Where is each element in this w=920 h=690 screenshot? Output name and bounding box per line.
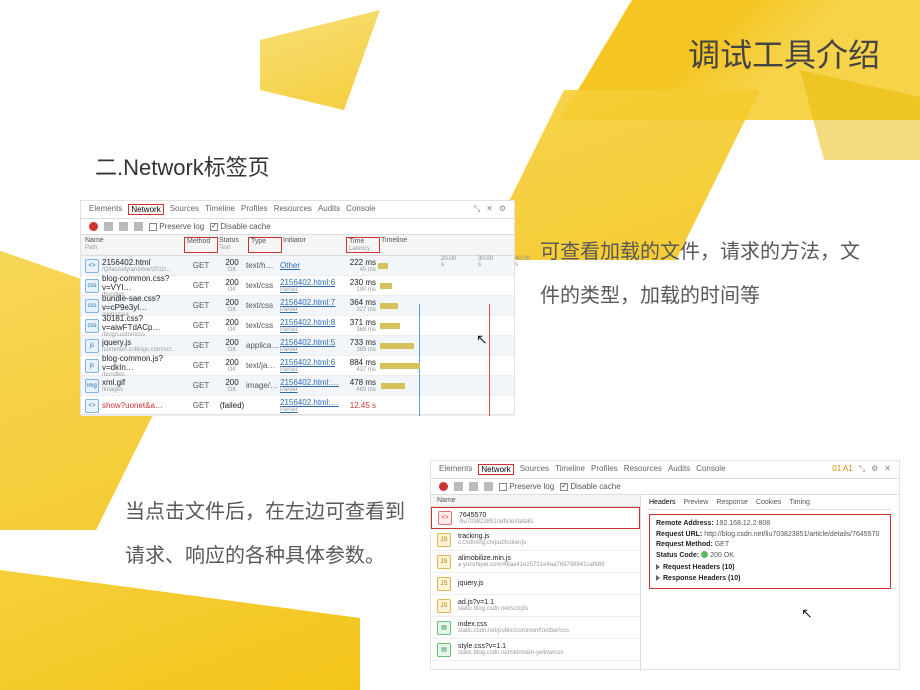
disable-cache-checkbox (210, 223, 218, 231)
headers-box: Remote Address: 192.168.12.2:808 Request… (649, 514, 891, 589)
devtools-tab-resources: Resources (624, 464, 662, 475)
devtools-network-screenshot: Elements Network Sources Timeline Profiles Re… (80, 200, 515, 415)
file-row: JStracking.jsc.csdnimg.cn/pubfooter/js (431, 529, 640, 551)
view-icon (484, 482, 493, 491)
view-icon (134, 222, 143, 231)
cursor-icon: ↖ (476, 331, 488, 348)
file-list: Name <> 7645570/liu703823851/article/det… (431, 495, 641, 671)
file-type-icon: css (85, 279, 99, 293)
status-ok-icon (701, 551, 708, 558)
expand-triangle-icon (656, 575, 660, 581)
column-method: Method (184, 237, 218, 253)
preserve-log-checkbox (499, 483, 507, 491)
clear-icon (454, 482, 463, 491)
disable-cache-label: Disable cache (570, 482, 620, 491)
column-type: Type (248, 237, 282, 253)
column-time: Time (349, 238, 364, 245)
detail-panel: Headers Preview Response Cookies Timing Remo… (641, 495, 899, 671)
devtools-headers-screenshot: Elements Network Sources Timeline Profiles Re… (430, 460, 900, 670)
devtools-toolbar: Preserve log Disable cache (81, 219, 514, 235)
devtools-tab-console: Console (696, 464, 725, 475)
devtools-tab-profiles: Profiles (591, 464, 618, 475)
file-row: JSalimobilize.min.jsa.yunshipei.com/46aa… (431, 551, 640, 573)
detail-tab-timing: Timing (789, 499, 810, 506)
file-row: ▤style.css?v=1.1static.blog.csdn.net/ski… (431, 639, 640, 661)
detail-tabs: Headers Preview Response Cookies Timing (649, 499, 891, 510)
file-type-icon: css (85, 299, 99, 313)
record-icon (89, 222, 98, 231)
file-row-selected: <> 7645570/liu703823851/article/details (431, 507, 640, 529)
network-row: imgxml.gif/imagesGET200OKimage/…2156402.… (81, 376, 514, 396)
record-icon (439, 482, 448, 491)
devtools-tab-timeline: Timeline (555, 464, 585, 475)
devtools-tab-network: Network (478, 464, 513, 475)
file-type-icon: <> (85, 259, 99, 273)
devtools-tab-resources: Resources (274, 204, 312, 215)
devtools-tab-audits: Audits (668, 464, 690, 475)
file-type-icon: img (85, 379, 99, 393)
devtools-tab-sources: Sources (520, 464, 549, 475)
js-file-icon: JS (437, 533, 451, 547)
devtools-tab-profiles: Profiles (241, 204, 268, 215)
devtools-tab-elements: Elements (439, 464, 472, 475)
description-left: 当点击文件后，在左边可查看到请求、响应的各种具体参数。 (125, 490, 415, 578)
devtools-window-icons: ⤡ ✕ ⚙ (474, 204, 506, 214)
detail-tab-cookies: Cookies (756, 499, 781, 506)
network-rows: 20.00 s30.00 s40.00 s <>2156402.html/Q/l… (81, 256, 514, 416)
expand-icon: ⤡ (859, 464, 865, 474)
detail-tab-preview: Preview (683, 499, 708, 506)
preserve-log-label: Preserve log (509, 482, 554, 491)
devtools-tab-elements: Elements (89, 204, 122, 215)
filter-icon (469, 482, 478, 491)
devtools-window-icons: 01 A1 ⤡ ⚙ ✕ (832, 464, 891, 474)
devtools-tab-timeline: Timeline (205, 204, 235, 215)
expand-triangle-icon (656, 564, 660, 570)
devtools-tab-audits: Audits (318, 204, 340, 215)
file-type-icon: <> (85, 399, 99, 413)
detail-tab-headers: Headers (649, 499, 675, 506)
devtools-tab-sources: Sources (170, 204, 199, 215)
filter-icon (119, 222, 128, 231)
js-file-icon: JS (437, 555, 451, 569)
detail-tab-response: Response (716, 499, 748, 506)
file-row: ▤index.cssstatic.csdn.net/public/common/… (431, 617, 640, 639)
description-right: 可查看加载的文件，请求的方法，文件的类型，加载的时间等 (540, 230, 860, 318)
file-type-icon: js (85, 339, 99, 353)
devtools-tab-network: Network (128, 204, 163, 215)
expand-icon: ⤡ (474, 204, 480, 214)
disable-cache-label: Disable cache (220, 222, 270, 231)
css-file-icon: ▤ (437, 621, 451, 635)
disable-cache-checkbox (560, 483, 568, 491)
css-file-icon: ▤ (437, 643, 451, 657)
preserve-log-label: Preserve log (159, 222, 204, 231)
file-row: JSad.js?v=1.1static.blog.csdn.net/script… (431, 595, 640, 617)
file-type-icon: css (85, 319, 99, 333)
gear-icon: ⚙ (499, 204, 506, 214)
devtools-tabs: Elements Network Sources Timeline Profiles Re… (81, 201, 514, 219)
clear-icon (104, 222, 113, 231)
network-row: <>show?uonet&a…GET(failed)2156402.html:…… (81, 396, 514, 416)
network-columns-header: NamePath Method StatusText Type Initiato… (81, 235, 514, 256)
cursor-icon: ↖ (801, 605, 813, 622)
network-row: css30181.css?v=aiwFTdACp…/blog/customcss… (81, 316, 514, 336)
devtools-tabs: Elements Network Sources Timeline Profiles Re… (431, 461, 899, 479)
gear-icon: ⚙ (871, 464, 878, 474)
close-icon: ✕ (884, 464, 891, 474)
file-list-header: Name (431, 495, 640, 507)
close-icon: ✕ (486, 204, 493, 214)
html-file-icon: <> (438, 511, 452, 525)
js-file-icon: JS (437, 599, 451, 613)
slide-title: 调试工具介绍 (688, 30, 880, 76)
file-row: JSjquery.js (431, 573, 640, 595)
devtools-toolbar: Preserve log Disable cache (431, 479, 899, 495)
js-file-icon: JS (437, 577, 451, 591)
devtools-tab-console: Console (346, 204, 375, 215)
preserve-log-checkbox (149, 223, 157, 231)
warning-badge: 01 A1 (832, 464, 852, 474)
network-row: jsblog-common.js?v=dkIn…/bundlesGET200OK… (81, 356, 514, 376)
file-type-icon: js (85, 359, 99, 373)
section-heading: 二.Network标签页 (95, 150, 270, 182)
